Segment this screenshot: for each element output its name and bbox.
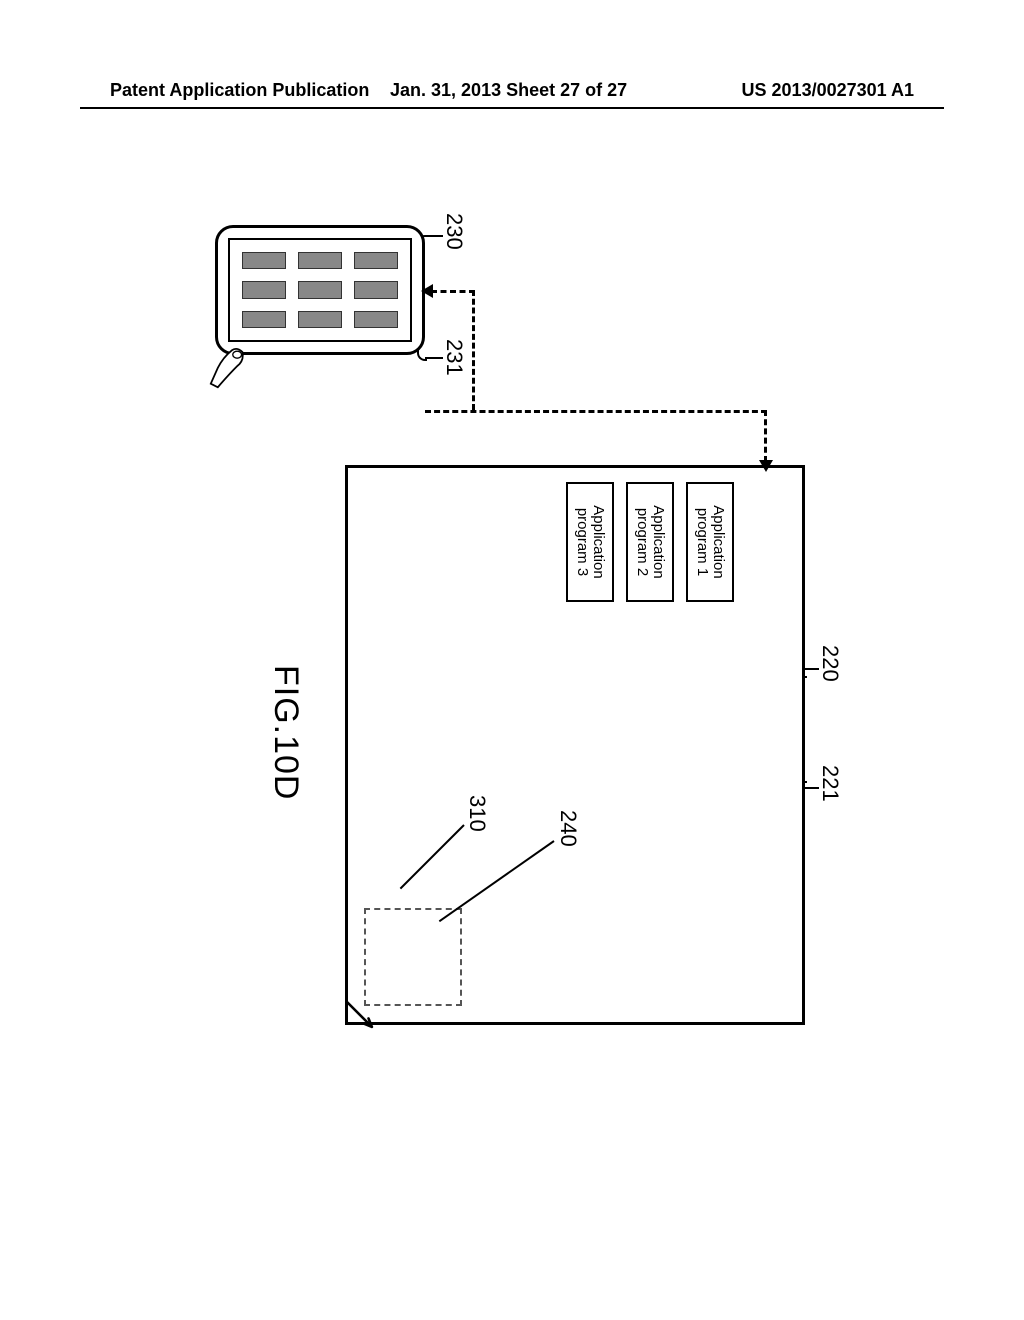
zoom-arrow-icon bbox=[343, 998, 377, 1032]
app-program-2: Application program 2 bbox=[626, 482, 674, 602]
leader-231 bbox=[425, 357, 443, 359]
display-device: Application program 1 Application progra… bbox=[345, 465, 805, 1025]
app-line2: program 1 bbox=[694, 508, 710, 576]
app-line2: program 2 bbox=[634, 508, 650, 576]
phone-app-icon bbox=[298, 252, 342, 269]
app-line1: Application bbox=[590, 505, 606, 578]
app-program-1: Application program 1 bbox=[686, 482, 734, 602]
figure-caption: FIG.10D bbox=[266, 665, 305, 800]
zoom-target-rect bbox=[364, 908, 462, 1006]
phone-app-icon bbox=[354, 252, 398, 269]
arrowhead-down-icon bbox=[421, 284, 433, 298]
ref-label-221: 221 bbox=[817, 765, 843, 802]
phone-app-icon bbox=[242, 311, 286, 328]
phone-device bbox=[215, 225, 425, 355]
ref-label-231: 231 bbox=[441, 339, 467, 376]
leader-220 bbox=[805, 668, 819, 670]
figure-region: 220 221 Application program 1 Applicatio… bbox=[165, 205, 845, 1075]
header-docnum: US 2013/0027301 A1 bbox=[742, 80, 914, 101]
ref-label-240: 240 bbox=[555, 810, 581, 847]
ref-label-220: 220 bbox=[817, 645, 843, 682]
header-date-sheet: Jan. 31, 2013 Sheet 27 of 27 bbox=[390, 80, 627, 101]
ref-label-310: 310 bbox=[464, 795, 490, 832]
phone-app-icon bbox=[354, 311, 398, 328]
page-header: Patent Application Publication Jan. 31, … bbox=[0, 80, 1024, 101]
phone-app-icon bbox=[242, 281, 286, 298]
app-line1: Application bbox=[650, 505, 666, 578]
leader-230 bbox=[425, 235, 443, 237]
header-rule bbox=[80, 107, 944, 109]
app-program-3: Application program 3 bbox=[566, 482, 614, 602]
phone-app-icon bbox=[298, 281, 342, 298]
header-publication: Patent Application Publication bbox=[110, 80, 369, 101]
dash-path-vert bbox=[425, 410, 767, 413]
phone-app-icon bbox=[354, 281, 398, 298]
finger-touch-icon bbox=[209, 345, 253, 389]
app-line2: program 3 bbox=[574, 508, 590, 576]
dash-path-horiz2 bbox=[472, 290, 475, 410]
phone-screen bbox=[228, 238, 412, 342]
ref-label-230: 230 bbox=[441, 213, 467, 250]
leader-221 bbox=[805, 787, 819, 789]
arrowhead-right-icon bbox=[759, 460, 773, 472]
figure-10d: 220 221 Application program 1 Applicatio… bbox=[165, 205, 845, 1075]
app-line1: Application bbox=[710, 505, 726, 578]
phone-app-icon bbox=[298, 311, 342, 328]
dash-path-horiz bbox=[764, 410, 767, 462]
dash-path-vert2 bbox=[431, 290, 475, 293]
phone-app-icon bbox=[242, 252, 286, 269]
